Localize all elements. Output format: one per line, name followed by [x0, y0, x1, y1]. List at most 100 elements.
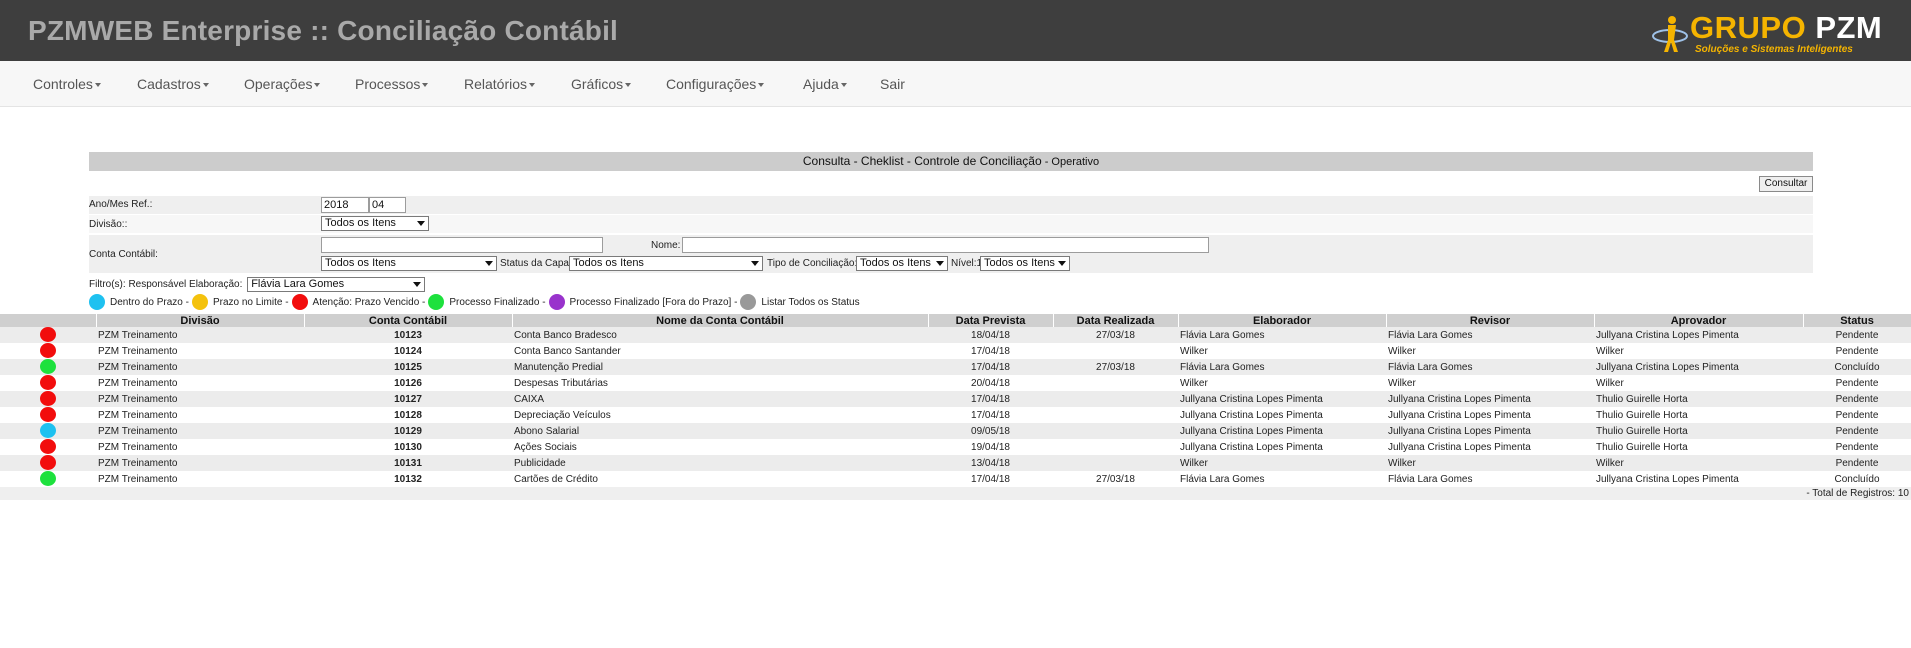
table-row[interactable]: PZM Treinamento 10127 CAIXA 17/04/18 Jullyan… — [0, 391, 1911, 407]
status-dot-icon — [40, 455, 56, 471]
column-header[interactable] — [0, 314, 97, 327]
column-header[interactable]: Nome da Conta Contábil — [512, 314, 929, 327]
cell-account: 10128 — [304, 407, 512, 423]
status-cell — [0, 327, 96, 343]
menu-item-3[interactable]: Processos — [355, 76, 429, 92]
account-select-value: Todos os Itens — [325, 257, 396, 269]
cell-reviewer: Flávia Lara Gomes — [1386, 471, 1594, 487]
level-select-value: Todos os Itens — [984, 257, 1055, 269]
cell-division: PZM Treinamento — [96, 375, 304, 391]
column-header[interactable]: Status — [1803, 314, 1911, 327]
month-input[interactable]: 04 — [369, 197, 406, 213]
caret-down-icon — [422, 83, 429, 88]
legend-label: Processo Finalizado [Fora do Prazo] - — [569, 296, 738, 308]
responsible-select[interactable]: Flávia Lara Gomes — [247, 277, 426, 292]
legend-item-4[interactable]: Processo Finalizado [Fora do Prazo] - — [548, 294, 738, 310]
cell-status: Pendente — [1803, 343, 1911, 359]
year-input[interactable]: 2018 — [321, 197, 369, 213]
conciliation-type-label: Tipo de Conciliação: — [767, 258, 858, 269]
cell-approver: Thulio Guirelle Horta — [1594, 423, 1803, 439]
table-row[interactable]: PZM Treinamento 10129 Abono Salarial 09/05/… — [0, 423, 1911, 439]
menu-item-6[interactable]: Configurações — [666, 76, 765, 92]
cell-planned: 17/04/18 — [928, 359, 1053, 375]
cell-planned: 17/04/18 — [928, 471, 1053, 487]
status-cell — [0, 455, 96, 471]
menu-item-7[interactable]: Ajuda — [803, 76, 847, 92]
account-name-input[interactable] — [682, 237, 1209, 253]
form-row-account: Conta Contábil: Nome: Todos os Itens Sta… — [89, 235, 1813, 273]
status-dot-icon — [40, 343, 56, 359]
cell-division: PZM Treinamento — [96, 439, 304, 455]
legend-item-5[interactable]: Listar Todos os Status — [740, 294, 860, 310]
cell-done — [1053, 439, 1178, 455]
cell-account-name: Despesas Tributárias — [512, 375, 928, 391]
table-row[interactable]: PZM Treinamento 10125 Manutenção Predial 17… — [0, 359, 1911, 375]
conciliation-type-select[interactable]: Todos os Itens — [856, 256, 948, 271]
cell-status: Pendente — [1803, 455, 1911, 471]
cell-done — [1053, 423, 1178, 439]
logo-figure-icon — [1652, 16, 1688, 52]
cell-reviewer: Flávia Lara Gomes — [1386, 359, 1594, 375]
company-logo[interactable]: GRUPO PZM Soluções e Sistemas Inteligent… — [1650, 10, 1890, 58]
status-legend: Dentro do Prazo - Prazo no Limite - Atençã… — [89, 294, 863, 310]
caret-down-icon — [529, 83, 536, 88]
form-title-sub: - Operativo — [1041, 156, 1100, 168]
caret-down-icon — [314, 83, 321, 88]
cell-approver: Jullyana Cristina Lopes Pimenta — [1594, 359, 1803, 375]
menu-item-5[interactable]: Gráficos — [571, 76, 632, 92]
cell-account-name: Publicidade — [512, 455, 928, 471]
legend-item-3[interactable]: Processo Finalizado - — [428, 294, 546, 310]
column-header[interactable]: Data Prevista — [928, 314, 1054, 327]
menu-item-1[interactable]: Cadastros — [137, 76, 209, 92]
cell-status: Pendente — [1803, 327, 1911, 343]
division-select[interactable]: Todos os Itens — [321, 216, 429, 231]
account-input[interactable] — [321, 237, 603, 253]
cell-division: PZM Treinamento — [96, 407, 304, 423]
status-cell — [0, 343, 96, 359]
capa-status-select-value: Todos os Itens — [573, 257, 644, 269]
cell-preparer: Jullyana Cristina Lopes Pimenta — [1178, 423, 1386, 439]
table-row[interactable]: PZM Treinamento 10124 Conta Banco Santande… — [0, 343, 1911, 359]
column-header[interactable]: Revisor — [1386, 314, 1595, 327]
cell-preparer: Flávia Lara Gomes — [1178, 471, 1386, 487]
capa-status-label: Status da Capa: — [500, 258, 572, 269]
column-header[interactable]: Aprovador — [1594, 314, 1804, 327]
table-row[interactable]: PZM Treinamento 10123 Conta Banco Bradesco… — [0, 327, 1911, 343]
cell-account-name: Ações Sociais — [512, 439, 928, 455]
column-header[interactable]: Elaborador — [1178, 314, 1387, 327]
cell-approver: Jullyana Cristina Lopes Pimenta — [1594, 327, 1803, 343]
menu-item-4[interactable]: Relatórios — [464, 76, 536, 92]
cell-approver: Wilker — [1594, 455, 1803, 471]
cell-division: PZM Treinamento — [96, 423, 304, 439]
consult-button[interactable]: Consultar — [1759, 176, 1813, 192]
table-row[interactable]: PZM Treinamento 10130 Ações Sociais 19/04/1… — [0, 439, 1911, 455]
table-row[interactable]: PZM Treinamento 10126 Despesas Tributárias… — [0, 375, 1911, 391]
account-select[interactable]: Todos os Itens — [321, 256, 497, 271]
column-header[interactable]: Conta Contábil — [304, 314, 513, 327]
status-dot-icon — [291, 294, 308, 310]
status-dot-icon — [40, 471, 56, 487]
column-header[interactable]: Data Realizada — [1053, 314, 1179, 327]
column-header[interactable]: Divisão — [96, 314, 305, 327]
legend-item-1[interactable]: Prazo no Limite - — [191, 294, 289, 310]
menu-item-2[interactable]: Operações — [244, 76, 321, 92]
legend-item-0[interactable]: Dentro do Prazo - — [89, 294, 189, 310]
caret-down-icon — [625, 83, 632, 88]
year-month-label: Ano/Mes Ref.: — [89, 199, 153, 210]
capa-status-select[interactable]: Todos os Itens — [569, 256, 763, 271]
table-row[interactable]: PZM Treinamento 10131 Publicidade 13/04/18 W… — [0, 455, 1911, 471]
filter-label: Filtro(s): Responsável Elaboração: — [89, 279, 243, 291]
table-header-row: Divisão Conta Contábil Nome da Conta Contá… — [0, 314, 1911, 327]
table-row[interactable]: PZM Treinamento 10128 Depreciação Veículos… — [0, 407, 1911, 423]
table-row[interactable]: PZM Treinamento 10132 Cartões de Crédito 17… — [0, 471, 1911, 487]
cell-account-name: Manutenção Predial — [512, 359, 928, 375]
cell-reviewer: Wilker — [1386, 455, 1594, 471]
menu-item-8[interactable]: Sair — [880, 76, 905, 92]
menu-item-0[interactable]: Controles — [33, 76, 101, 92]
cell-preparer: Jullyana Cristina Lopes Pimenta — [1178, 407, 1386, 423]
level-select[interactable]: Todos os Itens — [980, 256, 1070, 271]
cell-account: 10130 — [304, 439, 512, 455]
legend-item-2[interactable]: Atenção: Prazo Vencido - — [291, 294, 425, 310]
cell-preparer: Wilker — [1178, 343, 1386, 359]
conciliation-table: Divisão Conta Contábil Nome da Conta Contá… — [0, 314, 1911, 500]
